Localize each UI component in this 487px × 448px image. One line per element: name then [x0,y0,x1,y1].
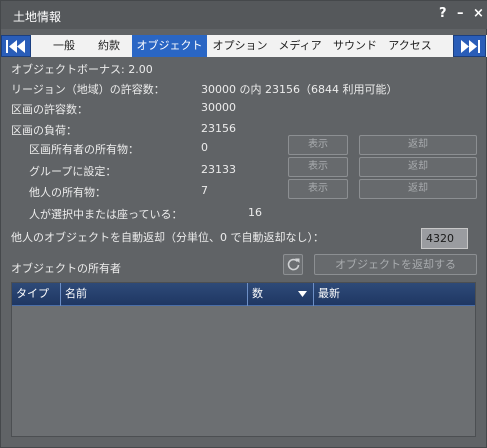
region-capacity-value: 30000 の内 23156（6844 利用可能） [201,83,398,96]
tab-bar: 一般 約款 オブジェクト オプション メディア サウンド アクセス [1,35,487,57]
object-bonus-text: オブジェクトボーナス: 2.00 [11,63,153,76]
parcel-load-value: 23156 [201,122,236,135]
group-objects-label: グループに設定： [29,165,117,178]
column-header-count[interactable]: 数 [248,283,314,306]
land-info-window: 土地情報 ? – × 一般 約款 オブジェクト オプション メディア サウンド … [0,0,487,448]
sort-descending-icon [298,291,307,297]
tab-options[interactable]: オプション [209,35,271,57]
parcel-capacity-value: 30000 [201,101,236,114]
tab-objects[interactable]: オブジェクト [132,35,207,57]
help-button[interactable]: ? [439,6,447,21]
show-group-objects-button[interactable]: 表示 [288,157,348,177]
return-group-objects-button[interactable]: 返却 [359,157,477,177]
autoreturn-label: 他人のオブジェクトを自動返却（分単位、0 で自動返却なし）： [11,231,324,244]
title-bar[interactable]: 土地情報 ? – × [1,1,487,29]
close-button[interactable]: × [473,6,484,21]
tab-media[interactable]: メディア [273,35,327,57]
column-header-name[interactable]: 名前 [61,283,248,306]
window-title: 土地情報 [13,10,62,24]
region-capacity-label: リージョン（地域）の許容数： [11,83,165,96]
return-others-objects-button[interactable]: 返却 [359,179,477,199]
parcel-capacity-label: 区画の許容数： [11,103,88,116]
double-right-arrow-icon [461,40,480,53]
tab-covenant[interactable]: 約款 [87,35,131,57]
object-owners-heading: オブジェクトの所有者 [11,262,121,275]
others-objects-value: 7 [201,184,208,197]
object-owners-table[interactable]: タイプ 名前 数 最新 [11,282,476,437]
owner-objects-label: 区画所有者の所有物： [29,143,139,156]
refresh-list-button[interactable] [283,254,303,275]
owner-objects-value: 0 [201,141,208,154]
column-header-type[interactable]: タイプ [12,283,61,306]
selected-sitting-value: 16 [248,206,262,219]
show-owner-objects-button[interactable]: 表示 [288,135,348,155]
column-header-latest[interactable]: 最新 [314,283,475,306]
double-left-arrow-icon [6,40,25,53]
refresh-icon [287,258,300,271]
selected-sitting-label: 人が選択中または座っている： [29,208,183,221]
autoreturn-minutes-input[interactable]: 4320 [421,228,468,249]
tab-general[interactable]: 一般 [41,35,87,57]
table-header: タイプ 名前 数 最新 [12,283,475,306]
show-others-objects-button[interactable]: 表示 [288,179,348,199]
column-header-count-label: 数 [252,287,263,300]
tab-access[interactable]: アクセス [383,35,437,57]
return-objects-button[interactable]: オブジェクトを返却する [314,254,477,275]
scroll-tabs-left-button[interactable] [1,35,31,57]
group-objects-value: 23133 [201,163,236,176]
others-objects-label: 他人の所有物： [29,186,106,199]
parcel-load-label: 区画の負荷： [11,124,77,137]
minimize-button[interactable]: – [457,6,464,21]
tab-sound[interactable]: サウンド [329,35,381,57]
scroll-tabs-right-button[interactable] [453,35,486,57]
return-owner-objects-button[interactable]: 返却 [359,135,477,155]
